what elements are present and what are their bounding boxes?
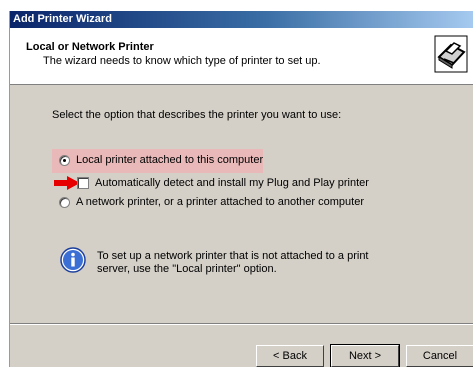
printer-wizard-icon bbox=[434, 35, 468, 73]
next-button[interactable]: Next > bbox=[330, 344, 400, 367]
radio-local-printer[interactable]: Local printer attached to this computer bbox=[59, 154, 263, 166]
info-icon bbox=[60, 247, 86, 273]
back-button[interactable]: < Back bbox=[256, 345, 324, 367]
radio-label-local: Local printer attached to this computer bbox=[76, 154, 264, 166]
radio-network-printer[interactable]: A network printer, or a printer attached… bbox=[59, 196, 364, 208]
checkbox-label-autodetect: Automatically detect and install my Plug… bbox=[95, 177, 369, 189]
wizard-header: Local or Network Printer The wizard need… bbox=[10, 28, 473, 85]
cancel-button[interactable]: Cancel bbox=[406, 345, 473, 367]
window-title: Add Printer Wizard bbox=[13, 13, 112, 25]
radio-button[interactable] bbox=[59, 196, 70, 208]
instruction-text: Select the option that describes the pri… bbox=[52, 109, 342, 121]
title-bar[interactable]: Add Printer Wizard bbox=[10, 11, 473, 28]
checkbox-autodetect[interactable]: Automatically detect and install my Plug… bbox=[77, 177, 369, 189]
checkbox[interactable] bbox=[77, 177, 89, 189]
radio-label-network: A network printer, or a printer attached… bbox=[76, 196, 364, 208]
footer-divider bbox=[10, 323, 473, 325]
page-subtitle: The wizard needs to know which type of p… bbox=[43, 55, 321, 67]
wizard-window: Add Printer Wizard Local or Network Prin… bbox=[9, 11, 473, 367]
info-message: To set up a network printer that is not … bbox=[97, 250, 369, 275]
page-title: Local or Network Printer bbox=[26, 41, 154, 53]
radio-button[interactable] bbox=[59, 154, 70, 166]
